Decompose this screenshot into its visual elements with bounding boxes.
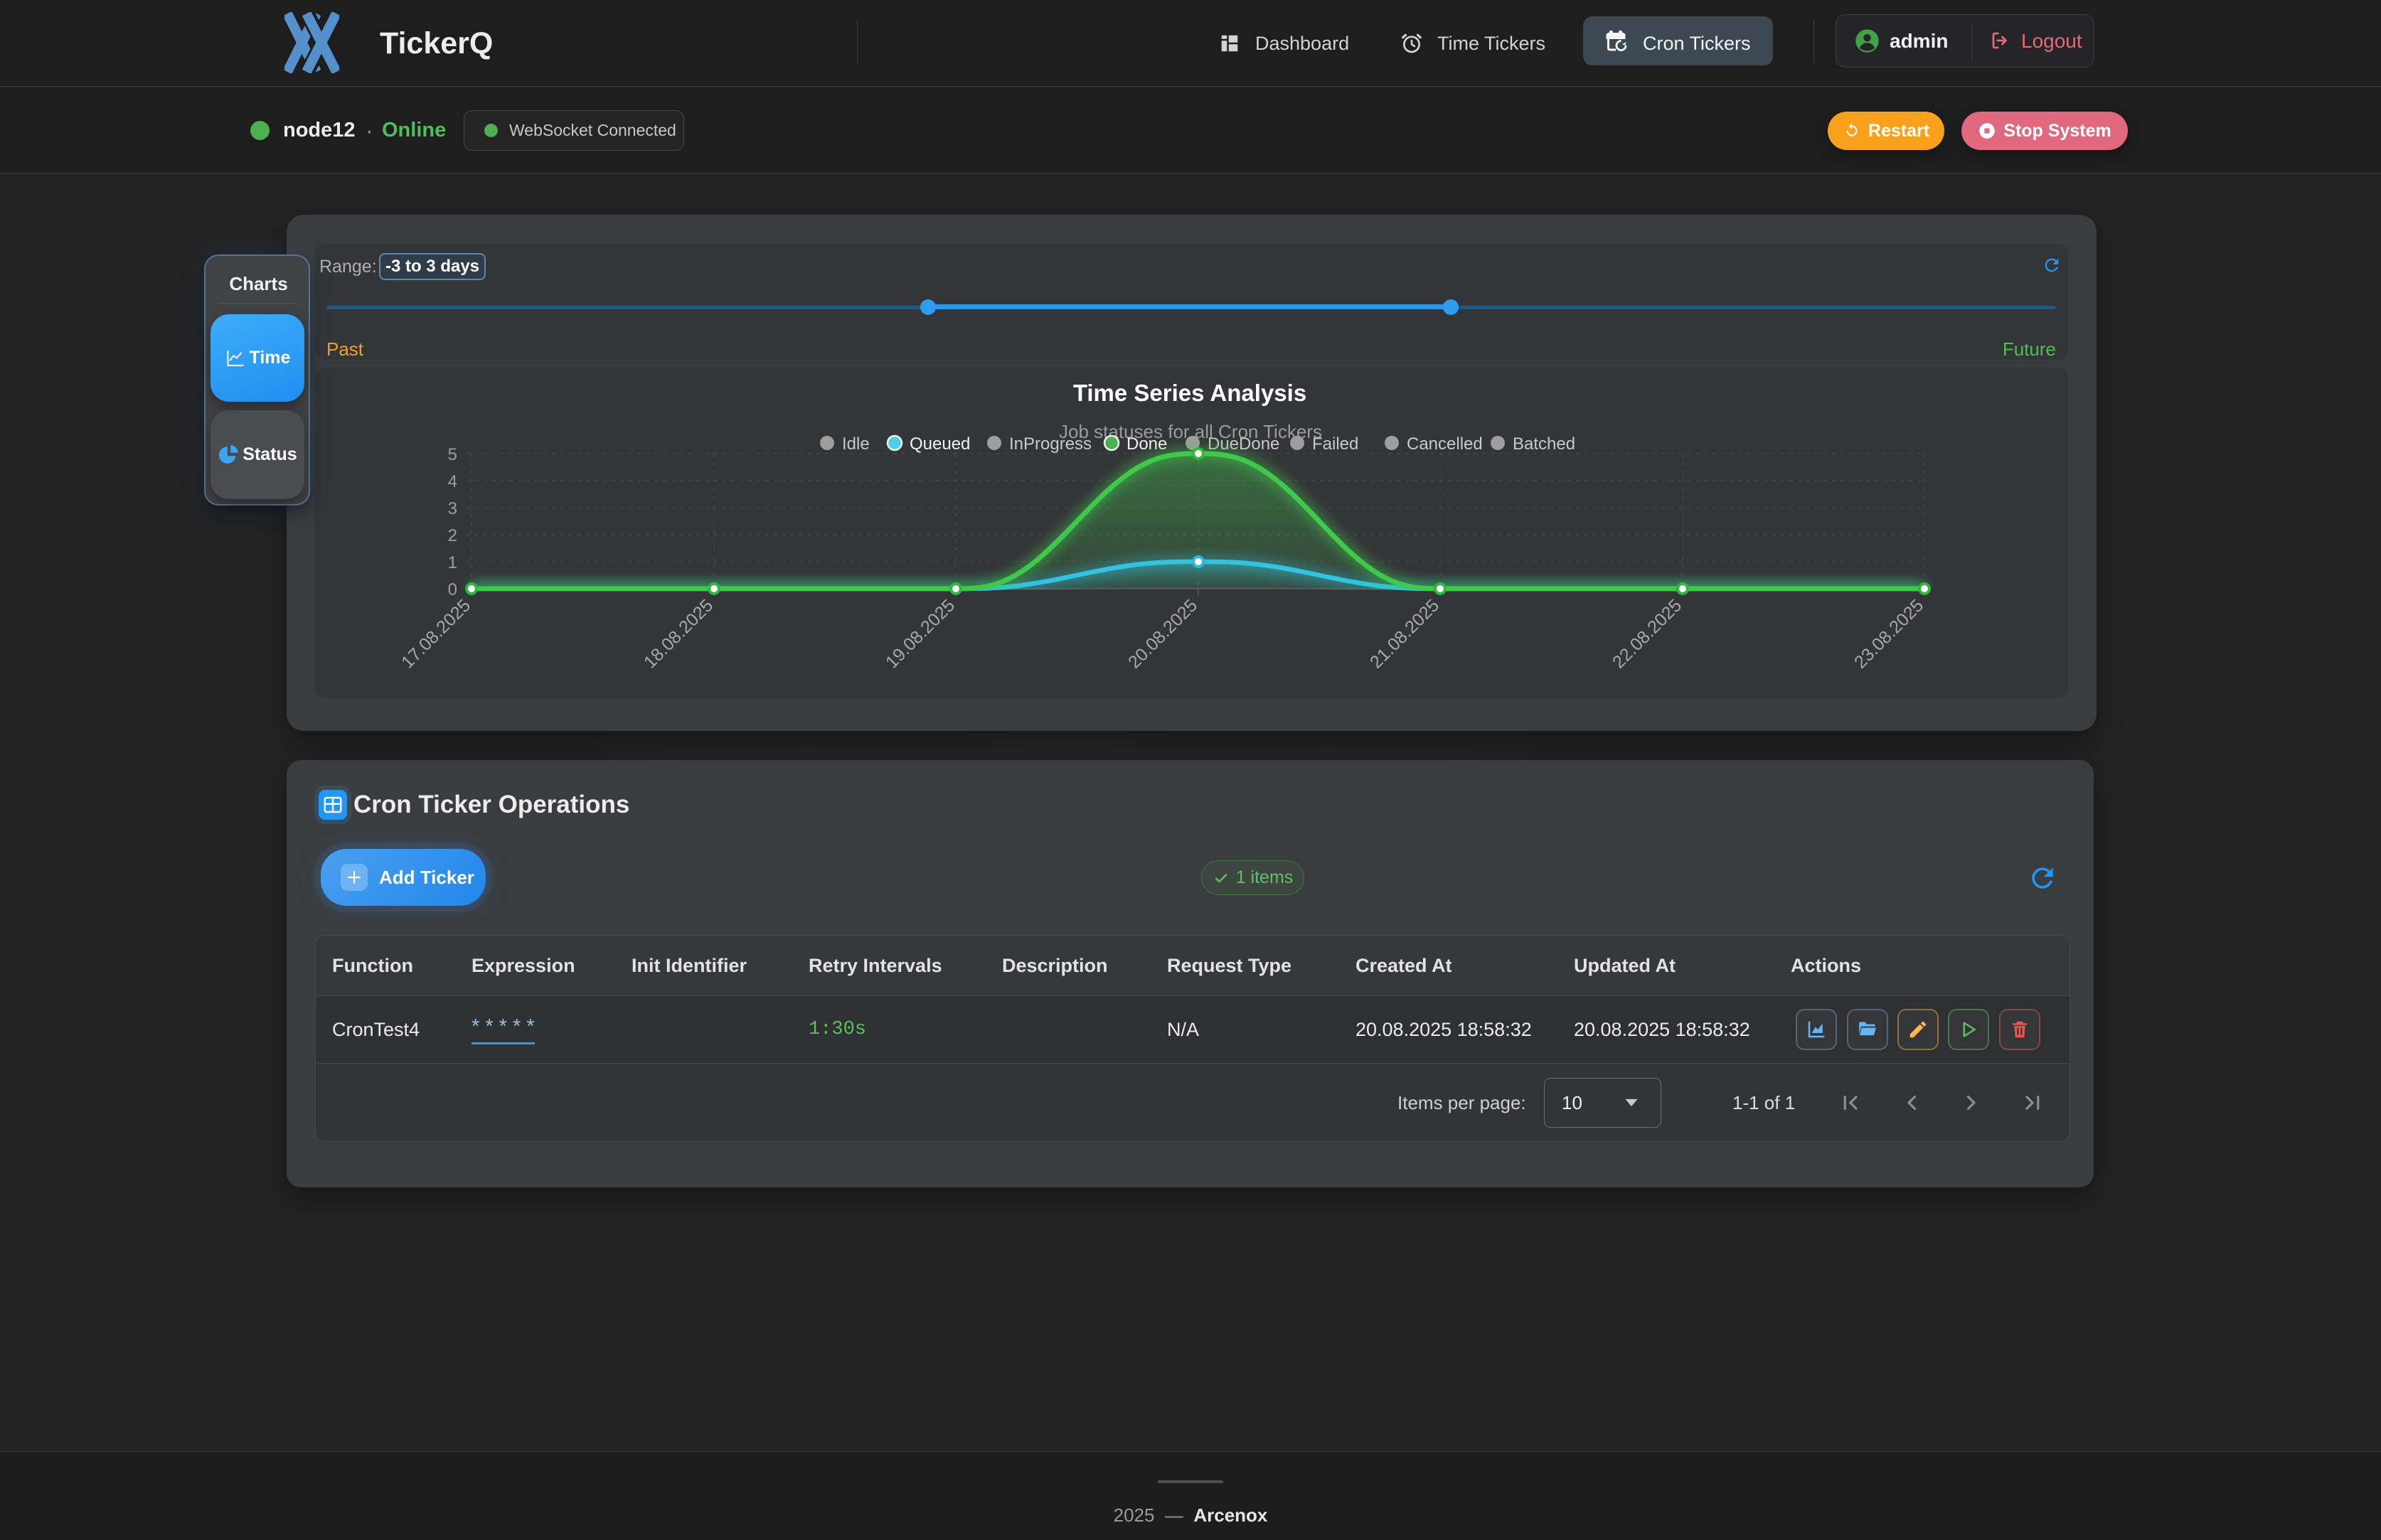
svg-text:19.08.2025: 19.08.2025 bbox=[882, 595, 959, 672]
svg-text:23.08.2025: 23.08.2025 bbox=[1850, 595, 1927, 672]
svg-text:InProgress: InProgress bbox=[1009, 434, 1092, 454]
svg-text:Done: Done bbox=[1126, 434, 1167, 454]
svg-text:5: 5 bbox=[448, 445, 457, 464]
svg-text:0: 0 bbox=[448, 580, 457, 599]
svg-text:2: 2 bbox=[448, 526, 457, 545]
svg-text:Time Series Analysis: Time Series Analysis bbox=[1073, 380, 1306, 406]
svg-text:Failed: Failed bbox=[1312, 434, 1358, 454]
svg-text:1: 1 bbox=[448, 553, 457, 572]
svg-text:20.08.2025: 20.08.2025 bbox=[1124, 595, 1201, 672]
svg-text:4: 4 bbox=[448, 472, 457, 491]
svg-text:21.08.2025: 21.08.2025 bbox=[1366, 595, 1443, 672]
svg-text:22.08.2025: 22.08.2025 bbox=[1609, 595, 1685, 672]
svg-text:Cancelled: Cancelled bbox=[1407, 434, 1483, 454]
svg-text:Batched: Batched bbox=[1513, 434, 1575, 454]
svg-text:18.08.2025: 18.08.2025 bbox=[640, 595, 717, 672]
svg-text:17.08.2025: 17.08.2025 bbox=[398, 595, 474, 672]
svg-text:3: 3 bbox=[448, 499, 457, 518]
svg-text:Idle: Idle bbox=[842, 434, 870, 454]
svg-text:Queued: Queued bbox=[910, 434, 970, 454]
